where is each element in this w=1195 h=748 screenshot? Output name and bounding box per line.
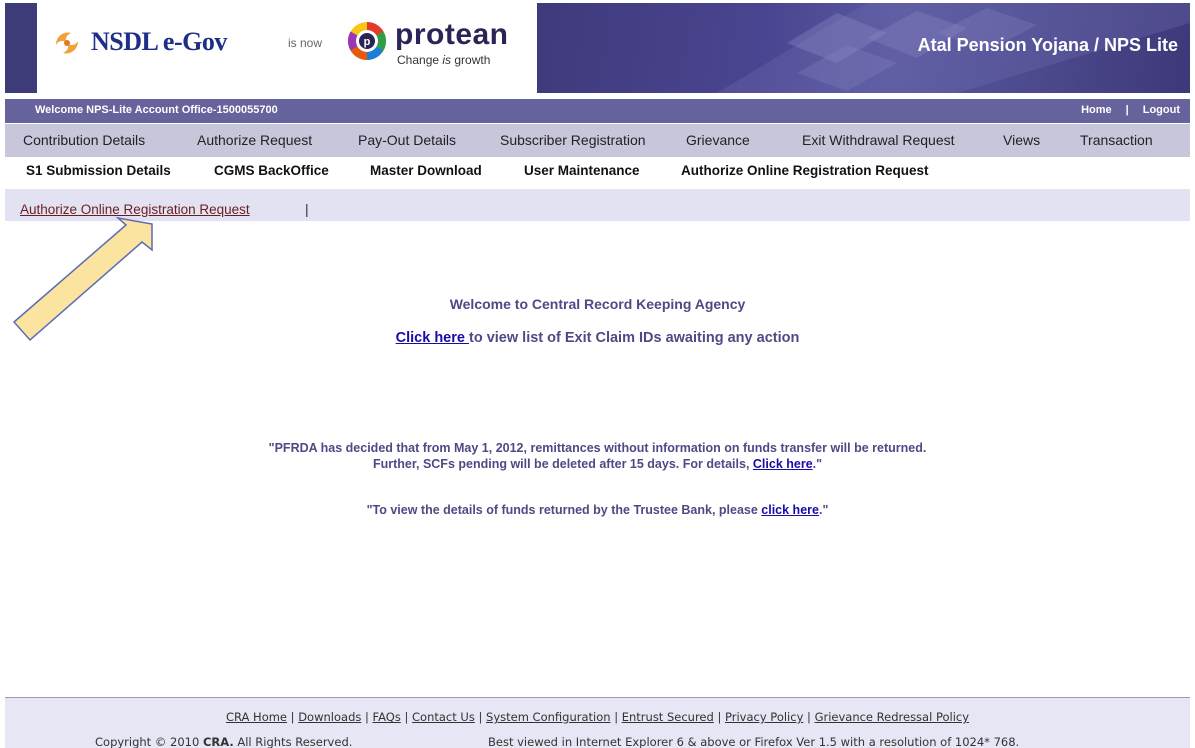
footer-link-cra-home[interactable]: CRA Home xyxy=(226,710,287,724)
footer-link-privacy-policy[interactable]: Privacy Policy xyxy=(725,710,803,724)
pfrda-notice-line1: "PFRDA has decided that from May 1, 2012… xyxy=(268,441,927,455)
footer-link-grievance-redressal-policy[interactable]: Grievance Redressal Policy xyxy=(815,710,969,724)
menu-views[interactable]: Views xyxy=(1003,132,1040,148)
footer-link-separator: | xyxy=(474,710,487,724)
exit-claim-line: Click here to view list of Exit Claim ID… xyxy=(0,330,1195,346)
secondary-menu: S1 Submission Details CGMS BackOffice Ma… xyxy=(5,157,1190,185)
footer-link-entrust-secured[interactable]: Entrust Secured xyxy=(622,710,714,724)
protean-logo-icon: p xyxy=(347,21,387,61)
menu-cgms-backoffice[interactable]: CGMS BackOffice xyxy=(214,163,329,178)
trustee-notice-text: "To view the details of funds returned b… xyxy=(366,503,762,517)
menu-user-maintenance[interactable]: User Maintenance xyxy=(524,163,640,178)
nsdl-egov-logo-text: NSDL e-Gov xyxy=(91,27,227,56)
menu-master-download[interactable]: Master Download xyxy=(370,163,482,178)
logout-link[interactable]: Logout xyxy=(1143,104,1180,116)
nsdl-logo-icon xyxy=(56,32,78,54)
trustee-click-here-link[interactable]: click here xyxy=(761,503,819,517)
menu-grievance[interactable]: Grievance xyxy=(686,132,750,148)
trustee-notice-end: ." xyxy=(818,503,829,517)
footer-link-separator: | xyxy=(400,710,413,724)
footer-link-separator: | xyxy=(361,710,373,724)
footer-links: CRA Home | Downloads | FAQs | Contact Us… xyxy=(5,710,1190,724)
footer-link-faqs[interactable]: FAQs xyxy=(373,710,401,724)
footer-link-separator: | xyxy=(803,710,815,724)
exit-claim-text: to view list of Exit Claim IDs awaiting … xyxy=(468,330,800,346)
best-viewed-text: Best viewed in Internet Explorer 6 & abo… xyxy=(488,735,1020,748)
menu-authorize-request[interactable]: Authorize Request xyxy=(197,132,312,148)
banner-graphic: Atal Pension Yojana / NPS Lite xyxy=(537,3,1190,93)
welcome-heading: Welcome to Central Record Keeping Agency xyxy=(449,296,746,312)
menu-contribution-details[interactable]: Contribution Details xyxy=(23,132,145,148)
protean-tagline: Change is growth xyxy=(397,53,491,67)
logo-area: NSDL e-Gov is now p protean Change is gr… xyxy=(5,3,537,93)
menu-exit-withdrawal-request[interactable]: Exit Withdrawal Request xyxy=(802,132,955,148)
menu-subscriber-registration[interactable]: Subscriber Registration xyxy=(500,132,646,148)
pfrda-notice-end: ." xyxy=(812,457,823,471)
menu-authorize-online-registration[interactable]: Authorize Online Registration Request xyxy=(681,163,929,178)
welcome-bar: Welcome NPS-Lite Account Office-15000557… xyxy=(5,99,1190,123)
pfrda-notice-text: Further, SCFs pending will be deleted af… xyxy=(372,457,753,471)
welcome-user-text: Welcome NPS-Lite Account Office-15000557… xyxy=(35,104,278,116)
home-link[interactable]: Home xyxy=(1081,104,1112,116)
menu-pay-out-details[interactable]: Pay-Out Details xyxy=(358,132,456,148)
svg-text:p: p xyxy=(364,36,371,48)
menu-s1-submission-details[interactable]: S1 Submission Details xyxy=(26,163,171,178)
pfrda-click-here-link[interactable]: Click here xyxy=(753,457,813,471)
footer-link-separator: | xyxy=(713,710,725,724)
protean-logo-text: protean xyxy=(395,18,509,51)
header-banner: NSDL e-Gov is now p protean Change is gr… xyxy=(5,3,1190,93)
exit-claim-click-here-link[interactable]: Click here xyxy=(396,330,469,346)
menu-transaction[interactable]: Transaction xyxy=(1080,132,1153,148)
subnav-separator: | xyxy=(305,201,309,217)
top-links: Home | Logout xyxy=(1081,104,1180,116)
primary-menu: Contribution Details Authorize Request P… xyxy=(5,124,1190,157)
logo-left-bar xyxy=(5,3,37,93)
footer-link-system-configuration[interactable]: System Configuration xyxy=(486,710,611,724)
footer: CRA Home | Downloads | FAQs | Contact Us… xyxy=(5,698,1190,748)
top-links-separator: | xyxy=(1125,104,1129,116)
copyright-text: Copyright © 2010 CRA. All Rights Reserve… xyxy=(95,735,353,748)
footer-link-downloads[interactable]: Downloads xyxy=(298,710,361,724)
annotation-arrow-icon xyxy=(12,216,153,342)
footer-link-contact-us[interactable]: Contact Us xyxy=(412,710,475,724)
pfrda-notice-line2: Further, SCFs pending will be deleted af… xyxy=(0,457,1195,471)
footer-link-separator: | xyxy=(287,710,299,724)
trustee-bank-notice: "To view the details of funds returned b… xyxy=(0,503,1195,517)
footer-link-separator: | xyxy=(610,710,622,724)
sub-navigation: Authorize Online Registration Request | xyxy=(5,189,1190,221)
banner-title: Atal Pension Yojana / NPS Lite xyxy=(917,35,1178,55)
is-now-text: is now xyxy=(288,36,323,50)
